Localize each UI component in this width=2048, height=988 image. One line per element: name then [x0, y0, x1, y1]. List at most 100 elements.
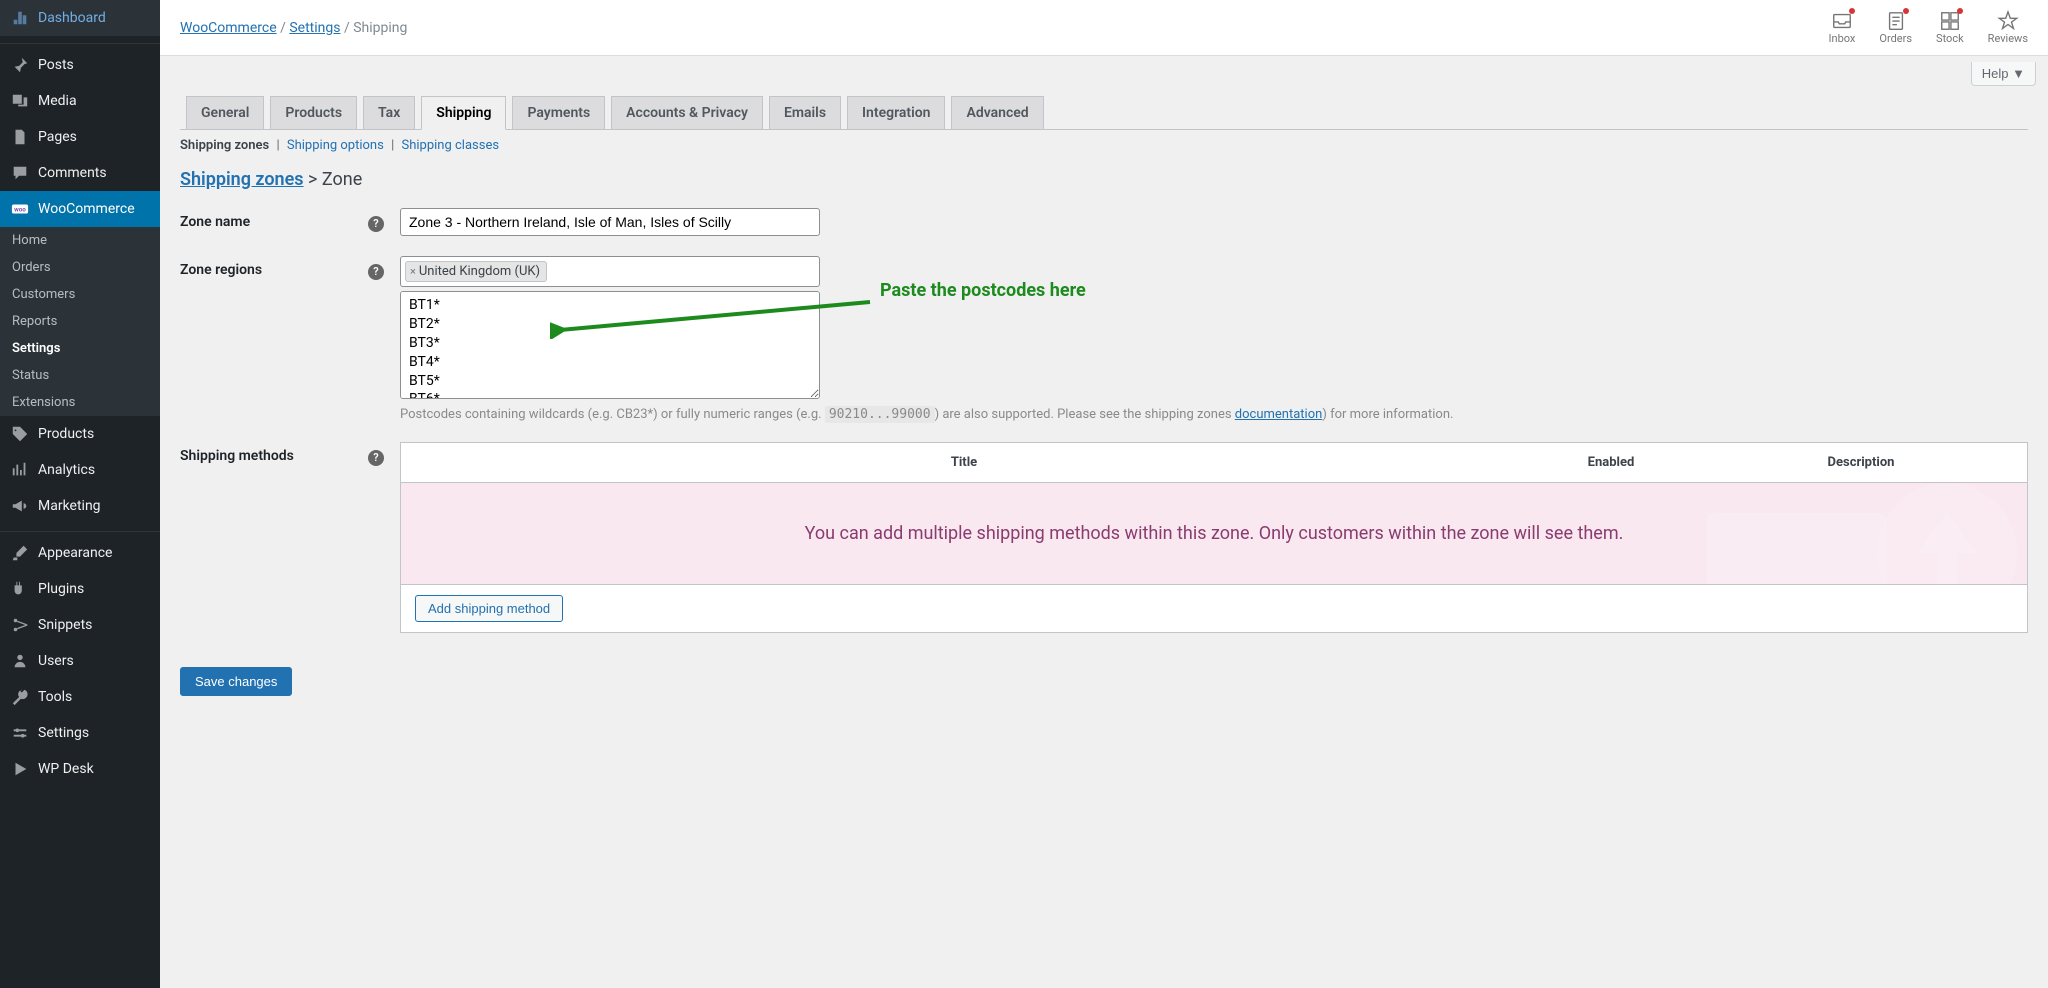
orders-icon — [1885, 10, 1907, 32]
topbar-label: Stock — [1936, 32, 1964, 45]
zone-name-label: Zone name ? — [180, 208, 400, 236]
sidebar-item-label: Appearance — [38, 545, 112, 561]
sidebar-item-label: Analytics — [38, 462, 95, 478]
woo-submenu: Home Orders Customers Reports Settings S… — [0, 227, 160, 416]
heading-zones-link[interactable]: Shipping zones — [180, 169, 304, 190]
sidebar-item-media[interactable]: Media — [0, 83, 160, 119]
help-button[interactable]: Help ▼ — [1971, 62, 2036, 86]
sidebar-item-pages[interactable]: Pages — [0, 119, 160, 155]
topbar-icons: Inbox Orders Stock — [1829, 10, 2028, 45]
pages-icon — [10, 127, 30, 147]
sidebar-item-label: Comments — [38, 165, 107, 181]
play-icon — [10, 759, 30, 779]
subnav-zones[interactable]: Shipping zones — [180, 138, 269, 153]
sidebar-item-label: WooCommerce — [38, 201, 135, 217]
sidebar-item-label: Snippets — [38, 617, 92, 633]
tab-products[interactable]: Products — [270, 96, 357, 129]
topbar-stock[interactable]: Stock — [1936, 10, 1964, 45]
shipping-subnav: Shipping zones | Shipping options | Ship… — [180, 130, 2028, 169]
sidebar-item-users[interactable]: Users — [0, 643, 160, 679]
tab-payments[interactable]: Payments — [512, 96, 605, 129]
sidebar-item-label: Tools — [38, 689, 72, 705]
sidebar-sub-orders[interactable]: Orders — [0, 254, 160, 281]
sidebar-item-marketing[interactable]: Marketing — [0, 488, 160, 524]
tab-emails[interactable]: Emails — [769, 96, 841, 129]
tools-icon — [10, 687, 30, 707]
sidebar-item-analytics[interactable]: Analytics — [0, 452, 160, 488]
scissors-icon — [10, 615, 30, 635]
sidebar-item-snippets[interactable]: Snippets — [0, 607, 160, 643]
page-heading: Shipping zones > Zone — [180, 169, 2028, 190]
sidebar-item-posts[interactable]: Posts — [0, 47, 160, 83]
media-icon — [10, 91, 30, 111]
save-changes-button[interactable]: Save changes — [180, 667, 292, 696]
sidebar-item-label: Posts — [38, 57, 74, 73]
stock-icon — [1939, 10, 1961, 32]
sidebar-item-plugins[interactable]: Plugins — [0, 571, 160, 607]
topbar-orders[interactable]: Orders — [1879, 10, 1912, 45]
postcode-helptext: Postcodes containing wildcards (e.g. CB2… — [400, 407, 2028, 422]
tab-tax[interactable]: Tax — [363, 96, 415, 129]
sidebar-item-wpdesk[interactable]: WP Desk — [0, 751, 160, 787]
sidebar-item-label: Media — [38, 93, 77, 109]
help-icon[interactable]: ? — [368, 264, 384, 280]
breadcrumb-woocommerce[interactable]: WooCommerce — [180, 20, 277, 36]
zone-name-input[interactable] — [400, 208, 820, 236]
sidebar-item-label: Dashboard — [38, 10, 106, 26]
users-icon — [10, 651, 30, 671]
zone-regions-select[interactable]: × United Kingdom (UK) — [400, 256, 820, 287]
sidebar-item-label: Pages — [38, 129, 77, 145]
postcodes-textarea[interactable] — [400, 291, 820, 399]
woocommerce-icon: woo — [10, 199, 30, 219]
sidebar-sub-extensions[interactable]: Extensions — [0, 389, 160, 416]
shipping-methods-label: Shipping methods ? — [180, 442, 400, 633]
sidebar-item-tools[interactable]: Tools — [0, 679, 160, 715]
pin-icon — [10, 55, 30, 75]
admin-sidebar: Dashboard Posts Media Pages Comments woo… — [0, 0, 160, 988]
sidebar-sub-reports[interactable]: Reports — [0, 308, 160, 335]
topbar-reviews[interactable]: Reviews — [1988, 10, 2028, 45]
topbar: WooCommerce / Settings / Shipping Inbox — [160, 0, 2048, 56]
tab-shipping[interactable]: Shipping — [421, 96, 506, 130]
dashboard-icon — [10, 8, 30, 28]
subnav-classes[interactable]: Shipping classes — [401, 138, 499, 153]
help-icon[interactable]: ? — [368, 216, 384, 232]
sidebar-sub-home[interactable]: Home — [0, 227, 160, 254]
main-content: WooCommerce / Settings / Shipping Inbox — [160, 0, 2048, 988]
methods-header: Title Enabled Description — [401, 443, 2027, 483]
add-shipping-method-button[interactable]: Add shipping method — [415, 595, 563, 622]
settings-icon — [10, 723, 30, 743]
sidebar-item-label: Products — [38, 426, 94, 442]
sidebar-item-woocommerce[interactable]: woo WooCommerce — [0, 191, 160, 227]
tab-accounts[interactable]: Accounts & Privacy — [611, 96, 763, 129]
tab-advanced[interactable]: Advanced — [951, 96, 1043, 129]
col-desc: Description — [1711, 455, 2011, 470]
tab-general[interactable]: General — [186, 96, 264, 129]
help-icon[interactable]: ? — [368, 450, 384, 466]
shipping-methods-table: Title Enabled Description You can add mu… — [400, 442, 2028, 633]
sidebar-item-products[interactable]: Products — [0, 416, 160, 452]
topbar-label: Reviews — [1988, 32, 2028, 45]
remove-token-icon[interactable]: × — [410, 265, 416, 278]
sidebar-sub-status[interactable]: Status — [0, 362, 160, 389]
subnav-options[interactable]: Shipping options — [287, 138, 384, 153]
sidebar-item-label: Users — [38, 653, 74, 669]
sidebar-item-settings[interactable]: Settings — [0, 715, 160, 751]
breadcrumb-settings[interactable]: Settings — [289, 20, 340, 36]
sidebar-item-label: Marketing — [38, 498, 101, 514]
sidebar-item-dashboard[interactable]: Dashboard — [0, 0, 160, 36]
tab-integration[interactable]: Integration — [847, 96, 945, 129]
analytics-icon — [10, 460, 30, 480]
sidebar-item-appearance[interactable]: Appearance — [0, 535, 160, 571]
sidebar-item-comments[interactable]: Comments — [0, 155, 160, 191]
empty-text: You can add multiple shipping methods wi… — [421, 523, 2007, 544]
marketing-icon — [10, 496, 30, 516]
col-enabled: Enabled — [1511, 455, 1711, 470]
breadcrumb-shipping: Shipping — [353, 20, 407, 36]
topbar-inbox[interactable]: Inbox — [1829, 10, 1856, 45]
documentation-link[interactable]: documentation — [1235, 407, 1323, 422]
sidebar-sub-customers[interactable]: Customers — [0, 281, 160, 308]
sidebar-sub-settings[interactable]: Settings — [0, 335, 160, 362]
star-icon — [1997, 10, 2019, 32]
svg-text:woo: woo — [14, 206, 26, 214]
